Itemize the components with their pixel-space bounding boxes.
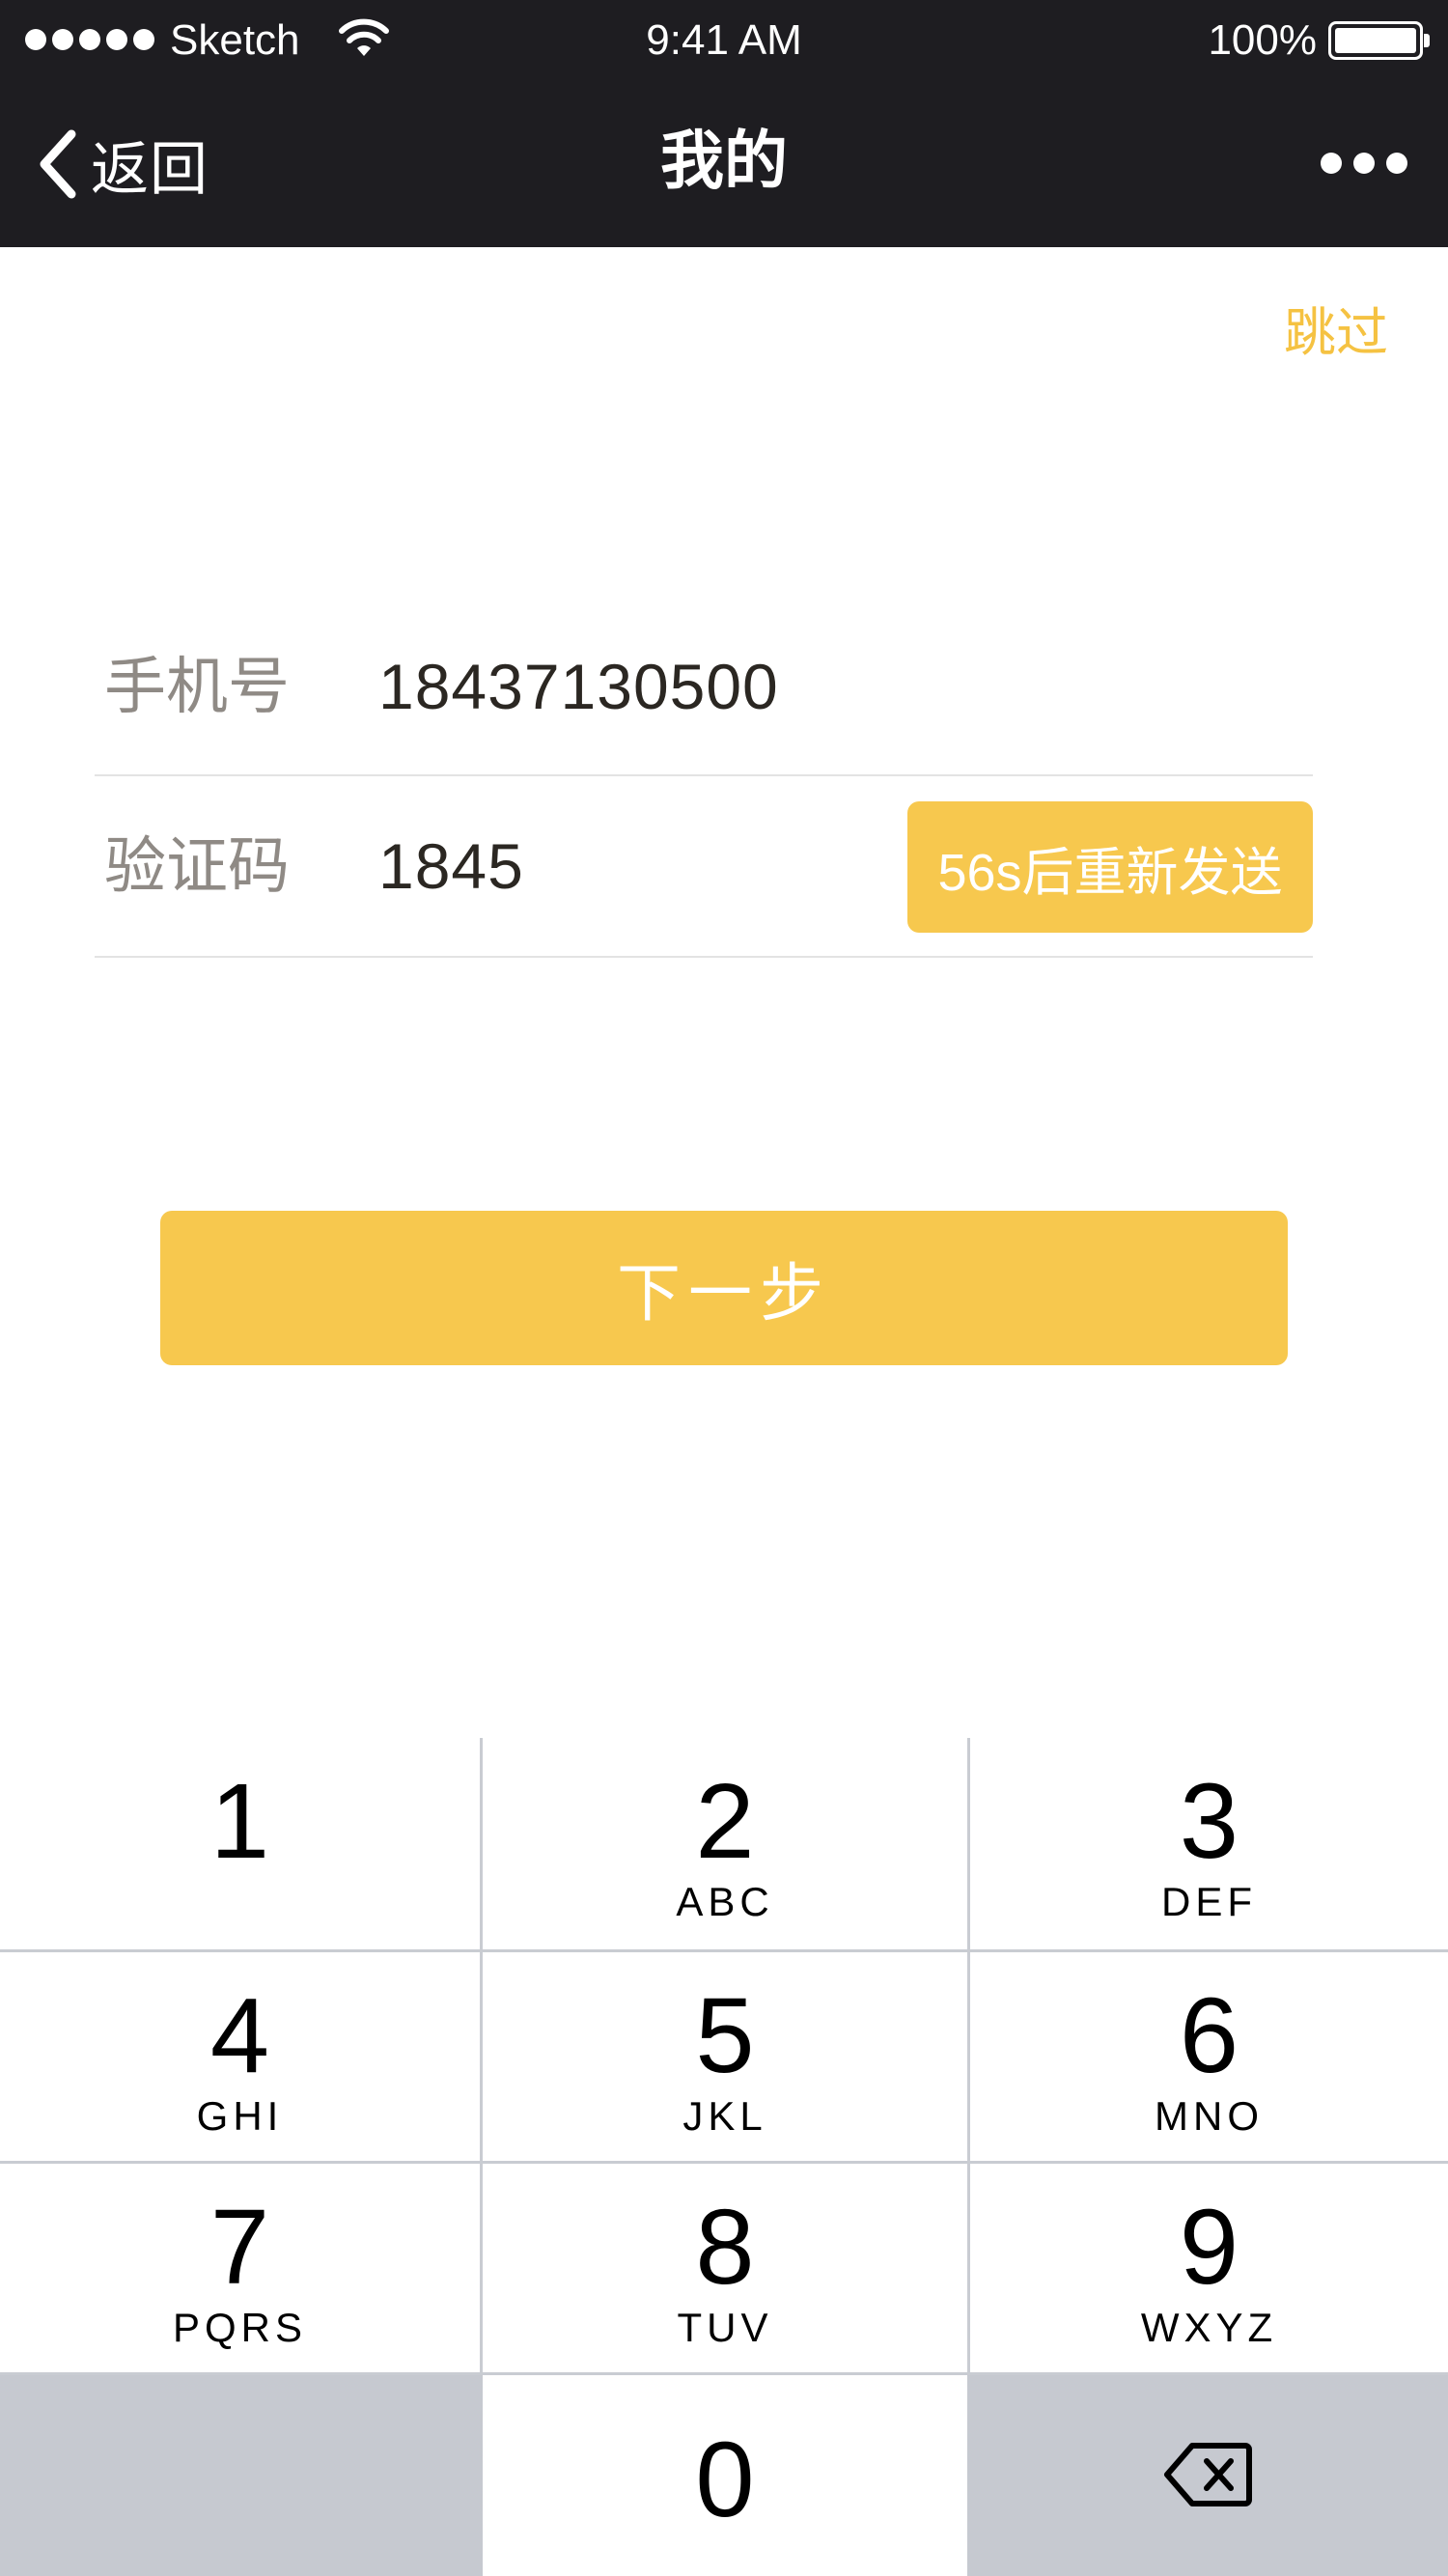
key-digit: 7 — [209, 2188, 270, 2307]
key-8[interactable]: 8 TUV — [483, 2164, 967, 2372]
key-7[interactable]: 7 PQRS — [0, 2164, 480, 2372]
numeric-keypad: 1 2 ABC 3 DEF 4 GHI 5 JKL 6 MNO 7 PQRS 8… — [0, 1738, 1448, 2576]
code-label: 验证码 — [104, 831, 290, 901]
key-letters: MNO — [1155, 2093, 1264, 2139]
key-1[interactable]: 1 — [0, 1738, 480, 1949]
key-5[interactable]: 5 JKL — [483, 1952, 967, 2161]
battery-percent: 100% — [1208, 16, 1317, 64]
top-bar: Sketch 9:41 AM 100% 返回 我的 — [0, 0, 1448, 247]
key-divider — [0, 2161, 1448, 2164]
key-digit: 1 — [209, 1762, 270, 1881]
battery-icon — [1328, 21, 1430, 60]
key-digit: 6 — [1179, 1976, 1239, 2095]
key-digit: 5 — [695, 1976, 755, 2095]
key-letters: JKL — [682, 2093, 767, 2139]
key-letters: DEF — [1161, 1879, 1257, 1924]
key-letters: ABC — [676, 1879, 774, 1924]
key-digit: 8 — [695, 2188, 755, 2307]
key-divider — [0, 1949, 1448, 1952]
key-letters: GHI — [196, 2093, 284, 2139]
key-letters: TUV — [677, 2305, 773, 2350]
phone-input[interactable]: 18437130500 — [378, 643, 779, 730]
key-6[interactable]: 6 MNO — [970, 1952, 1448, 2161]
code-row: 验证码 1845 56s后重新发送 — [95, 776, 1313, 958]
key-3[interactable]: 3 DEF — [970, 1738, 1448, 1949]
ellipsis-icon[interactable] — [1321, 153, 1407, 174]
key-2[interactable]: 2 ABC — [483, 1738, 967, 1949]
delete-key[interactable] — [967, 2375, 1448, 2576]
key-divider — [967, 1738, 970, 2375]
key-0[interactable]: 0 — [483, 2375, 967, 2576]
skip-button[interactable]: 跳过 — [1284, 290, 1388, 366]
key-digit: 4 — [209, 1976, 270, 2095]
code-input[interactable]: 1845 — [378, 823, 524, 910]
phone-row: 手机号 18437130500 — [95, 618, 1313, 776]
backspace-icon — [1164, 2443, 1252, 2506]
page-title: 我的 — [660, 125, 788, 196]
key-divider — [0, 2372, 1448, 2375]
navigation-bar: 返回 我的 — [0, 81, 1448, 247]
key-letters: WXYZ — [1140, 2305, 1278, 2350]
phone-label: 手机号 — [104, 652, 290, 721]
key-4[interactable]: 4 GHI — [0, 1952, 480, 2161]
key-digit: 2 — [695, 1762, 755, 1881]
resend-code-button[interactable]: 56s后重新发送 — [907, 801, 1313, 933]
key-9[interactable]: 9 WXYZ — [970, 2164, 1448, 2372]
key-letters: PQRS — [172, 2305, 308, 2350]
key-digit: 9 — [1179, 2188, 1239, 2307]
next-step-button[interactable]: 下一步 — [160, 1211, 1288, 1365]
key-digit: 0 — [695, 2421, 755, 2539]
empty-key — [0, 2375, 483, 2576]
status-bar: Sketch 9:41 AM 100% — [0, 0, 1448, 81]
key-digit: 3 — [1179, 1762, 1239, 1881]
key-divider — [480, 1738, 483, 2375]
